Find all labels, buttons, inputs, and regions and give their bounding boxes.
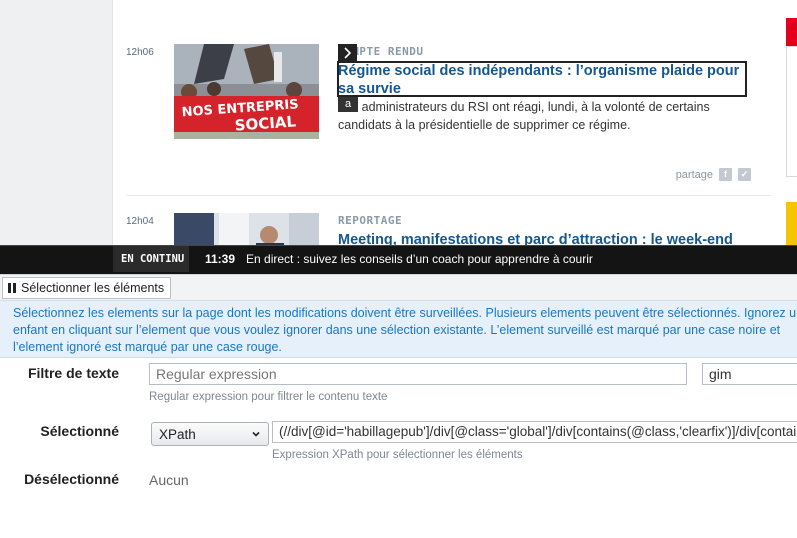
ticker-headline-link[interactable]: En direct : suivez les conseils d’un coa… [246,252,593,266]
ad-box [786,46,797,177]
twitter-icon[interactable]: ✓ [738,168,751,181]
ticker-tag: EN CONTINU [113,246,189,272]
selector-type-select[interactable]: XPath [151,422,269,446]
picker-help-text: Sélectionnez les elements sur la page do… [13,306,797,354]
article-time: 12h06 [126,47,154,58]
selector-type-value: XPath [159,426,196,442]
article-separator [126,195,771,196]
news-page: 12h06 NOS ENTREPRIS SOCIAL COMPTE RENDU … [0,0,797,250]
ad-strip-yellow [786,202,797,248]
chevron-right-icon[interactable] [338,44,357,62]
ad-strip-red [786,18,797,46]
selection-marker-badge[interactable]: a [338,97,358,112]
xpath-input[interactable]: (//div[@id='habillagepub']/div[@class='g… [272,421,797,443]
regex-input[interactable]: Regular expression [149,363,687,385]
share-label: partage [675,168,713,181]
article-time: 12h04 [126,216,154,227]
deselected-label: Désélectionné [24,471,119,487]
text-filter-label: Filtre de texte [27,365,119,381]
picker-help-banner: Sélectionnez les elements sur la page do… [0,301,797,358]
selected-label: Sélectionné [40,423,119,439]
deselected-value: Aucun [149,472,189,488]
article-kicker: REPORTAGE [338,214,403,227]
selected-element-outline [337,61,747,97]
protest-photo-image: NOS ENTREPRIS SOCIAL [174,44,319,139]
facebook-icon[interactable]: f [719,168,732,181]
text-filter-hint: Regular expression pour filtrer le conte… [149,391,388,403]
xpath-hint: Expression XPath pour sélectionner les é… [272,449,523,461]
ticker-time: 11:39 [205,252,236,266]
article-description: Les administrateurs du RSI ont réagi, lu… [338,100,710,132]
left-rail [0,0,113,250]
chevron-down-icon [252,431,260,437]
news-ticker[interactable]: EN CONTINU 11:39 En direct : suivez les … [0,245,797,272]
regex-flags-input[interactable]: gim [702,363,797,385]
share-bar: partage f ✓ [676,168,751,181]
picker-tab-bar: Sélectionner les éléments [0,275,797,301]
select-elements-tab-label: Sélectionner les éléments [21,281,165,295]
element-picker-panel: Sélectionner les éléments Sélectionnez l… [0,274,797,538]
pause-icon [8,283,17,293]
article-photo[interactable]: NOS ENTREPRIS SOCIAL [174,44,319,139]
select-elements-tab[interactable]: Sélectionner les éléments [2,277,172,299]
